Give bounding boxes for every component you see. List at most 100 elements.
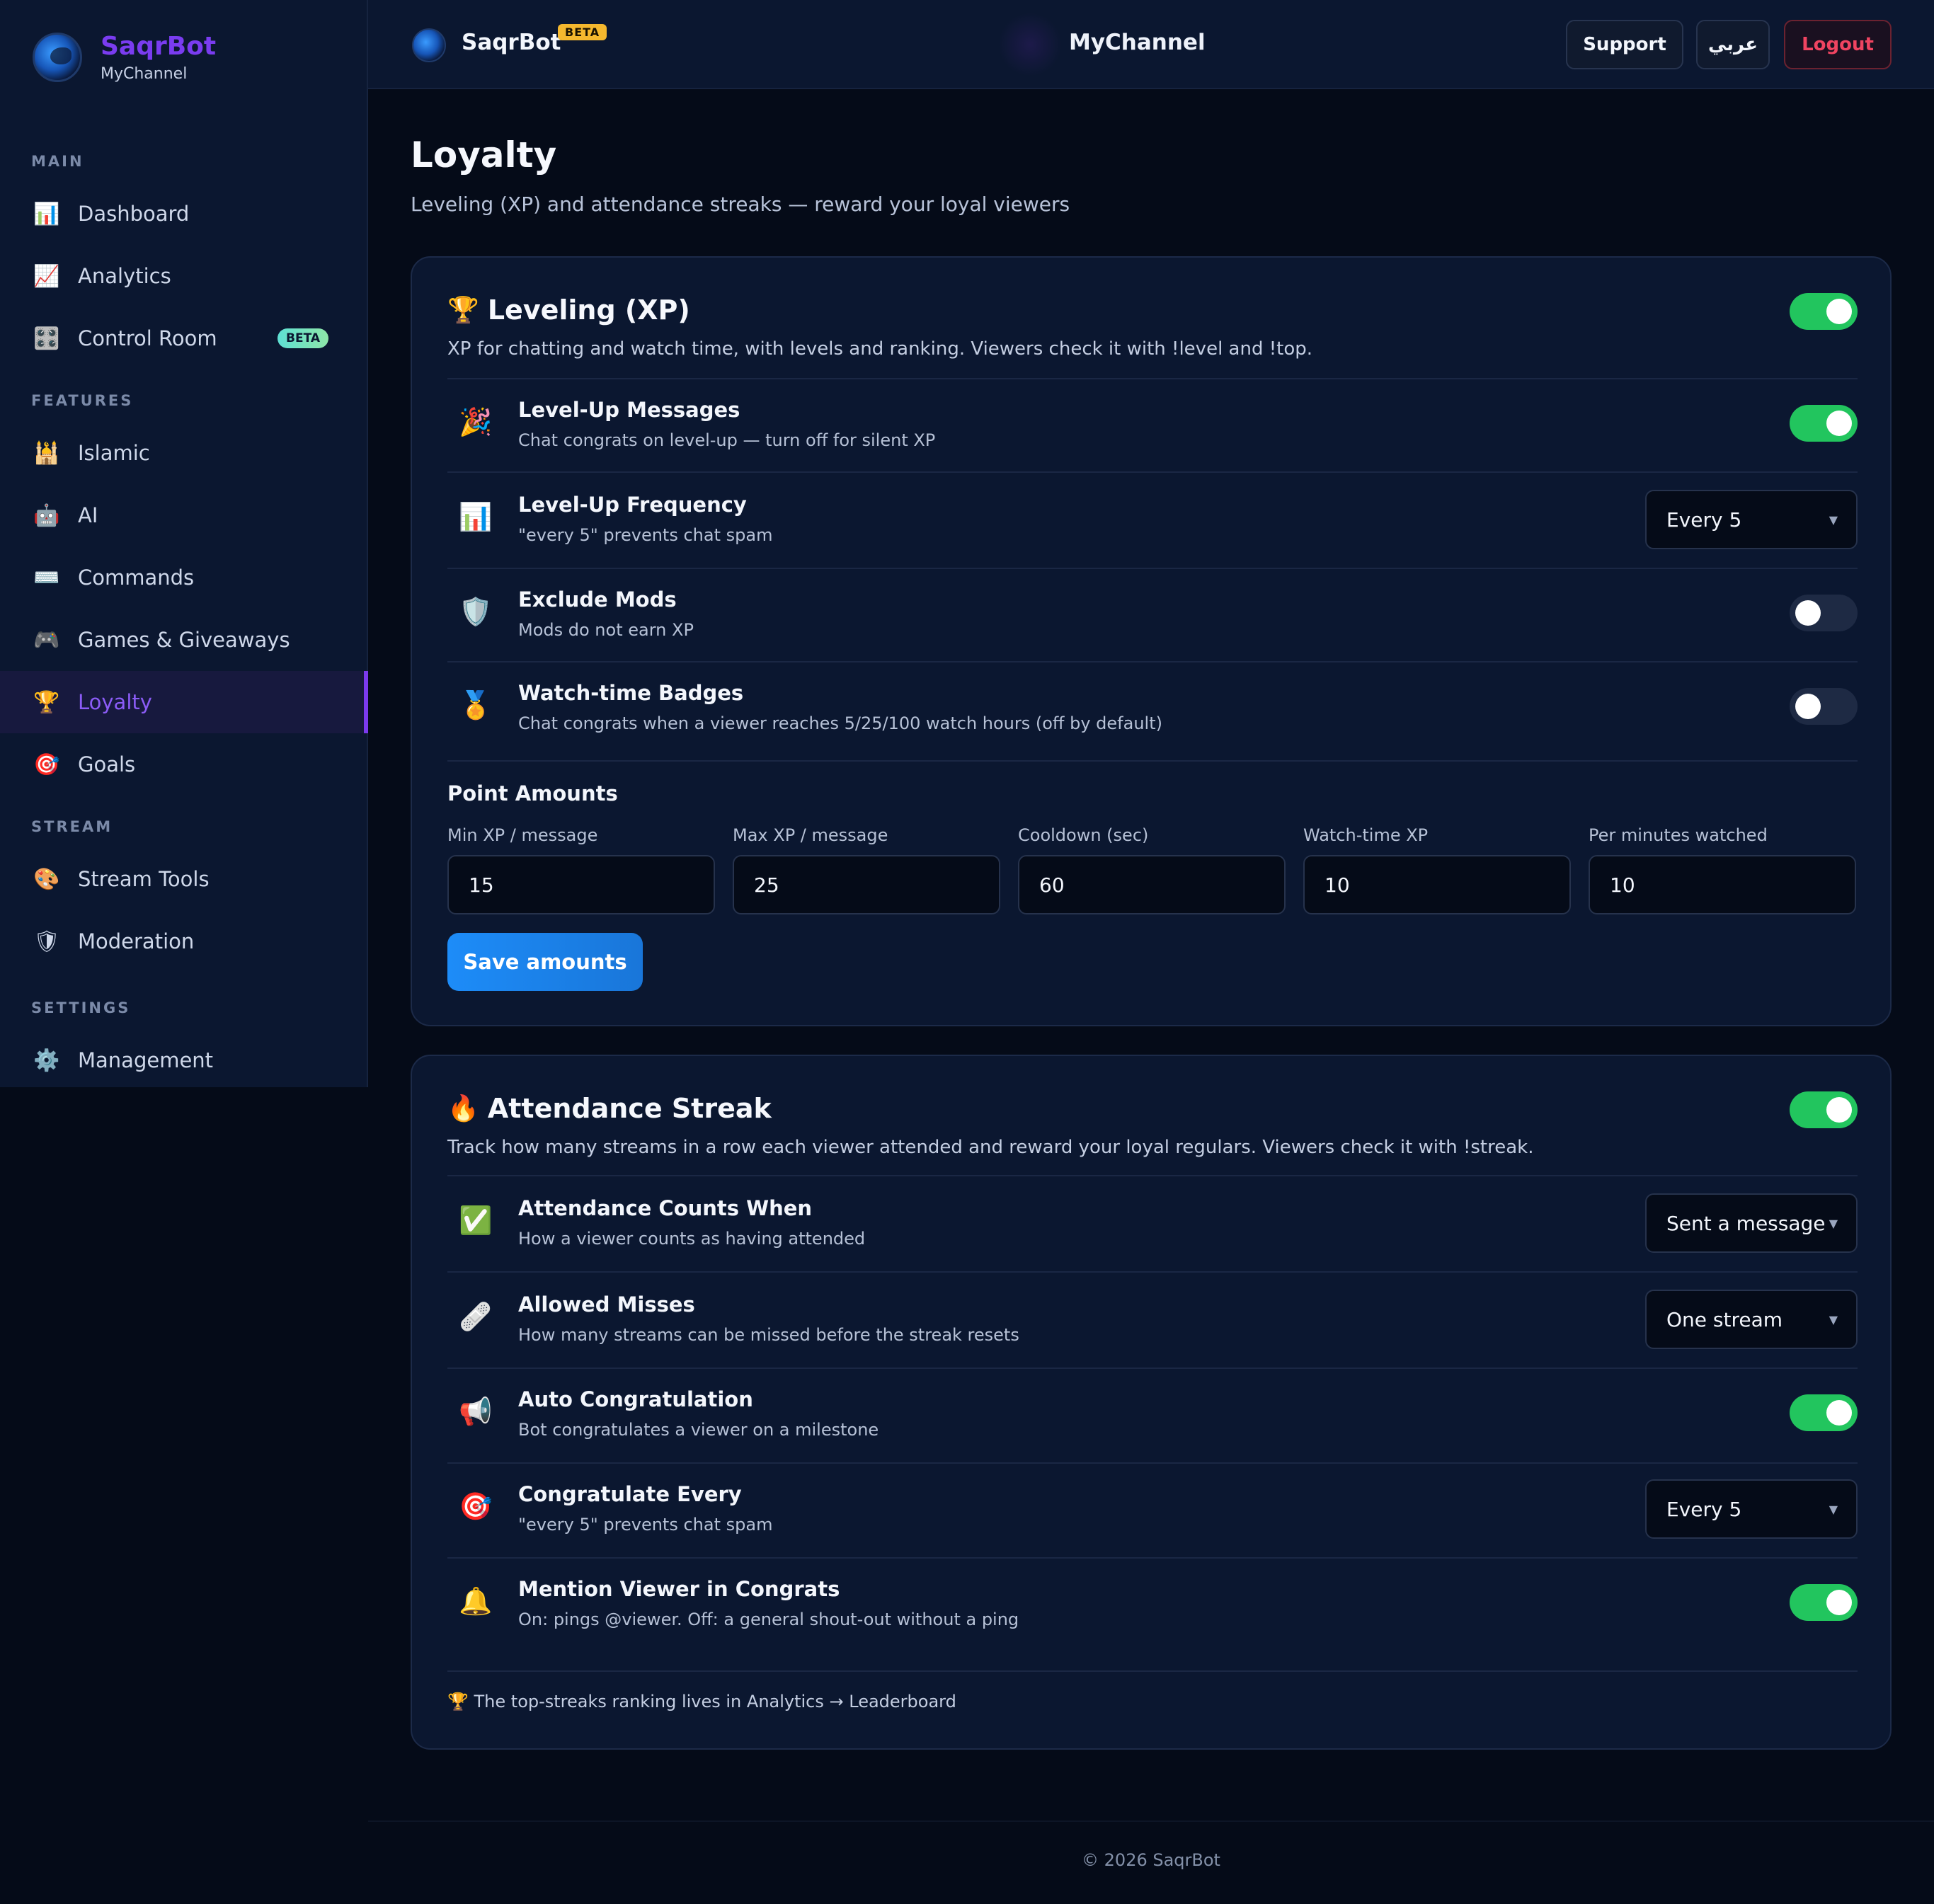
sidebar-item-label: Goals [78,752,136,776]
mosque-icon: 🕌 [33,440,60,466]
topbar: SaqrBot BETA MyChannel Support عربي Logo… [368,0,1934,89]
leveling-toggle[interactable] [1790,293,1858,330]
divider [447,568,1858,569]
attendance-counts-select[interactable]: Sent a message ▼ [1645,1193,1858,1253]
attendance-toggle[interactable] [1790,1091,1858,1128]
sidebar-item-commands[interactable]: ⌨️ Commands [0,546,368,609]
trophy-icon: 🏆 [33,689,60,715]
chevron-down-icon: ▼ [1829,1502,1838,1516]
level-up-frequency-select[interactable]: Every 5 ▼ [1645,490,1858,549]
bar-chart-icon: 📊 [33,201,60,226]
target-icon: 🎯 [33,752,60,777]
brand-channel: MyChannel [101,65,188,83]
falcon-logo-icon [33,32,82,82]
card-description: Track how many streams in a row each vie… [447,1137,1534,1158]
target-icon: 🎯 [459,1491,493,1522]
field-label: Per minutes watched [1589,825,1768,845]
point-amounts-title: Point Amounts [447,781,618,805]
row-title: Allowed Misses [518,1292,695,1317]
row-title: Congratulate Every [518,1482,742,1506]
section-stream: STREAM [31,818,113,835]
field-label: Watch-time XP [1303,825,1429,845]
min-xp-input[interactable]: 15 [447,855,715,914]
row-subtitle: Chat congrats when a viewer reaches 5/25… [518,713,1162,733]
divider [447,1367,1858,1369]
page-title: Loyalty [411,134,557,176]
divider [447,471,1858,473]
row-subtitle: Chat congrats on level-up — turn off for… [518,430,936,450]
allowed-misses-select[interactable]: One stream ▼ [1645,1290,1858,1349]
chevron-down-icon: ▼ [1829,512,1838,527]
sidebar-item-goals[interactable]: 🎯 Goals [0,733,368,796]
chevron-down-icon: ▼ [1829,1312,1838,1326]
topbar-app-name: SaqrBot [462,30,561,55]
keyboard-icon: ⌨️ [33,565,60,590]
footer: © 2026 SaqrBot [1082,1850,1220,1870]
sidebar-item-stream-tools[interactable]: 🎨 Stream Tools [0,848,368,910]
page-subtitle: Leveling (XP) and attendance streaks — r… [411,193,1070,216]
max-xp-input[interactable]: 25 [733,855,1000,914]
sidebar-item-label: AI [78,503,98,527]
chevron-down-icon: ▼ [1829,1216,1838,1230]
sidebar-item-dashboard[interactable]: 📊 Dashboard [0,183,368,245]
row-title: Watch-time Badges [518,681,744,705]
cooldown-input[interactable]: 60 [1018,855,1286,914]
auto-congratulation-toggle[interactable] [1790,1394,1858,1431]
fire-icon: 🔥 [447,1094,479,1123]
section-features: FEATURES [31,392,134,409]
gear-icon: ⚙️ [33,1048,60,1073]
language-button[interactable]: عربي [1696,20,1770,69]
sidebar-item-ai[interactable]: 🤖 AI [0,484,368,546]
field-label: Min XP / message [447,825,598,845]
sidebar-item-label: Control Room [78,326,217,350]
beta-badge: BETA [277,328,329,348]
save-amounts-button[interactable]: Save amounts [447,933,643,991]
sidebar-item-loyalty[interactable]: 🏆 Loyalty [0,671,368,733]
logout-button[interactable]: Logout [1784,20,1892,69]
field-label: Cooldown (sec) [1018,825,1149,845]
divider [447,661,1858,663]
mention-viewer-toggle[interactable] [1790,1584,1858,1621]
sidebar-item-control-room[interactable]: 🎛️ Control Room BETA [0,307,368,369]
sidebar-item-label: Loyalty [78,690,152,714]
row-subtitle: On: pings @viewer. Off: a general shout-… [518,1610,1019,1629]
beta-badge: BETA [558,24,607,40]
palette-icon: 🎨 [33,866,60,892]
per-minutes-input[interactable]: 10 [1589,855,1856,914]
sidebar-item-label: Commands [78,566,195,590]
watch-time-badges-toggle[interactable] [1790,688,1858,725]
sidebar-item-label: Dashboard [78,202,190,226]
field-label: Max XP / message [733,825,888,845]
congratulate-every-select[interactable]: Every 5 ▼ [1645,1479,1858,1539]
row-subtitle: "every 5" prevents chat spam [518,1515,773,1535]
channel-avatar [998,13,1062,76]
divider [447,1271,1858,1273]
footer-divider [368,1820,1934,1822]
watch-time-xp-input[interactable]: 10 [1303,855,1571,914]
exclude-mods-toggle[interactable] [1790,595,1858,631]
medal-icon: 🏅 [459,689,493,721]
brand[interactable]: SaqrBot MyChannel [33,31,216,83]
section-main: MAIN [31,153,84,170]
row-title: Level-Up Messages [518,398,740,422]
sidebar-item-analytics[interactable]: 📈 Analytics [0,245,368,307]
row-title: Attendance Counts When [518,1196,813,1220]
shield-icon: 🛡️ [459,596,493,627]
row-subtitle: How a viewer counts as having attended [518,1229,866,1249]
support-button[interactable]: Support [1566,20,1683,69]
sidebar-item-label: Islamic [78,441,150,465]
sidebar-item-management[interactable]: ⚙️ Management [0,1029,368,1091]
level-up-messages-toggle[interactable] [1790,405,1858,442]
sidebar-item-label: Moderation [78,929,195,953]
sidebar-item-islamic[interactable]: 🕌 Islamic [0,422,368,484]
row-title: Level-Up Frequency [518,493,747,517]
divider [447,1175,1858,1176]
leveling-card: 🏆 Leveling (XP) XP for chatting and watc… [411,256,1892,1026]
gamepad-icon: 🎮 [33,627,60,653]
sidebar-item-games[interactable]: 🎮 Games & Giveaways [0,609,368,671]
leaderboard-note: 🏆 The top-streaks ranking lives in Analy… [447,1692,956,1711]
card-description: XP for chatting and watch time, with lev… [447,338,1313,360]
row-subtitle: How many streams can be missed before th… [518,1325,1019,1345]
sidebar-item-label: Stream Tools [78,867,210,891]
sidebar-item-moderation[interactable]: 🛡 Moderation [0,910,368,973]
